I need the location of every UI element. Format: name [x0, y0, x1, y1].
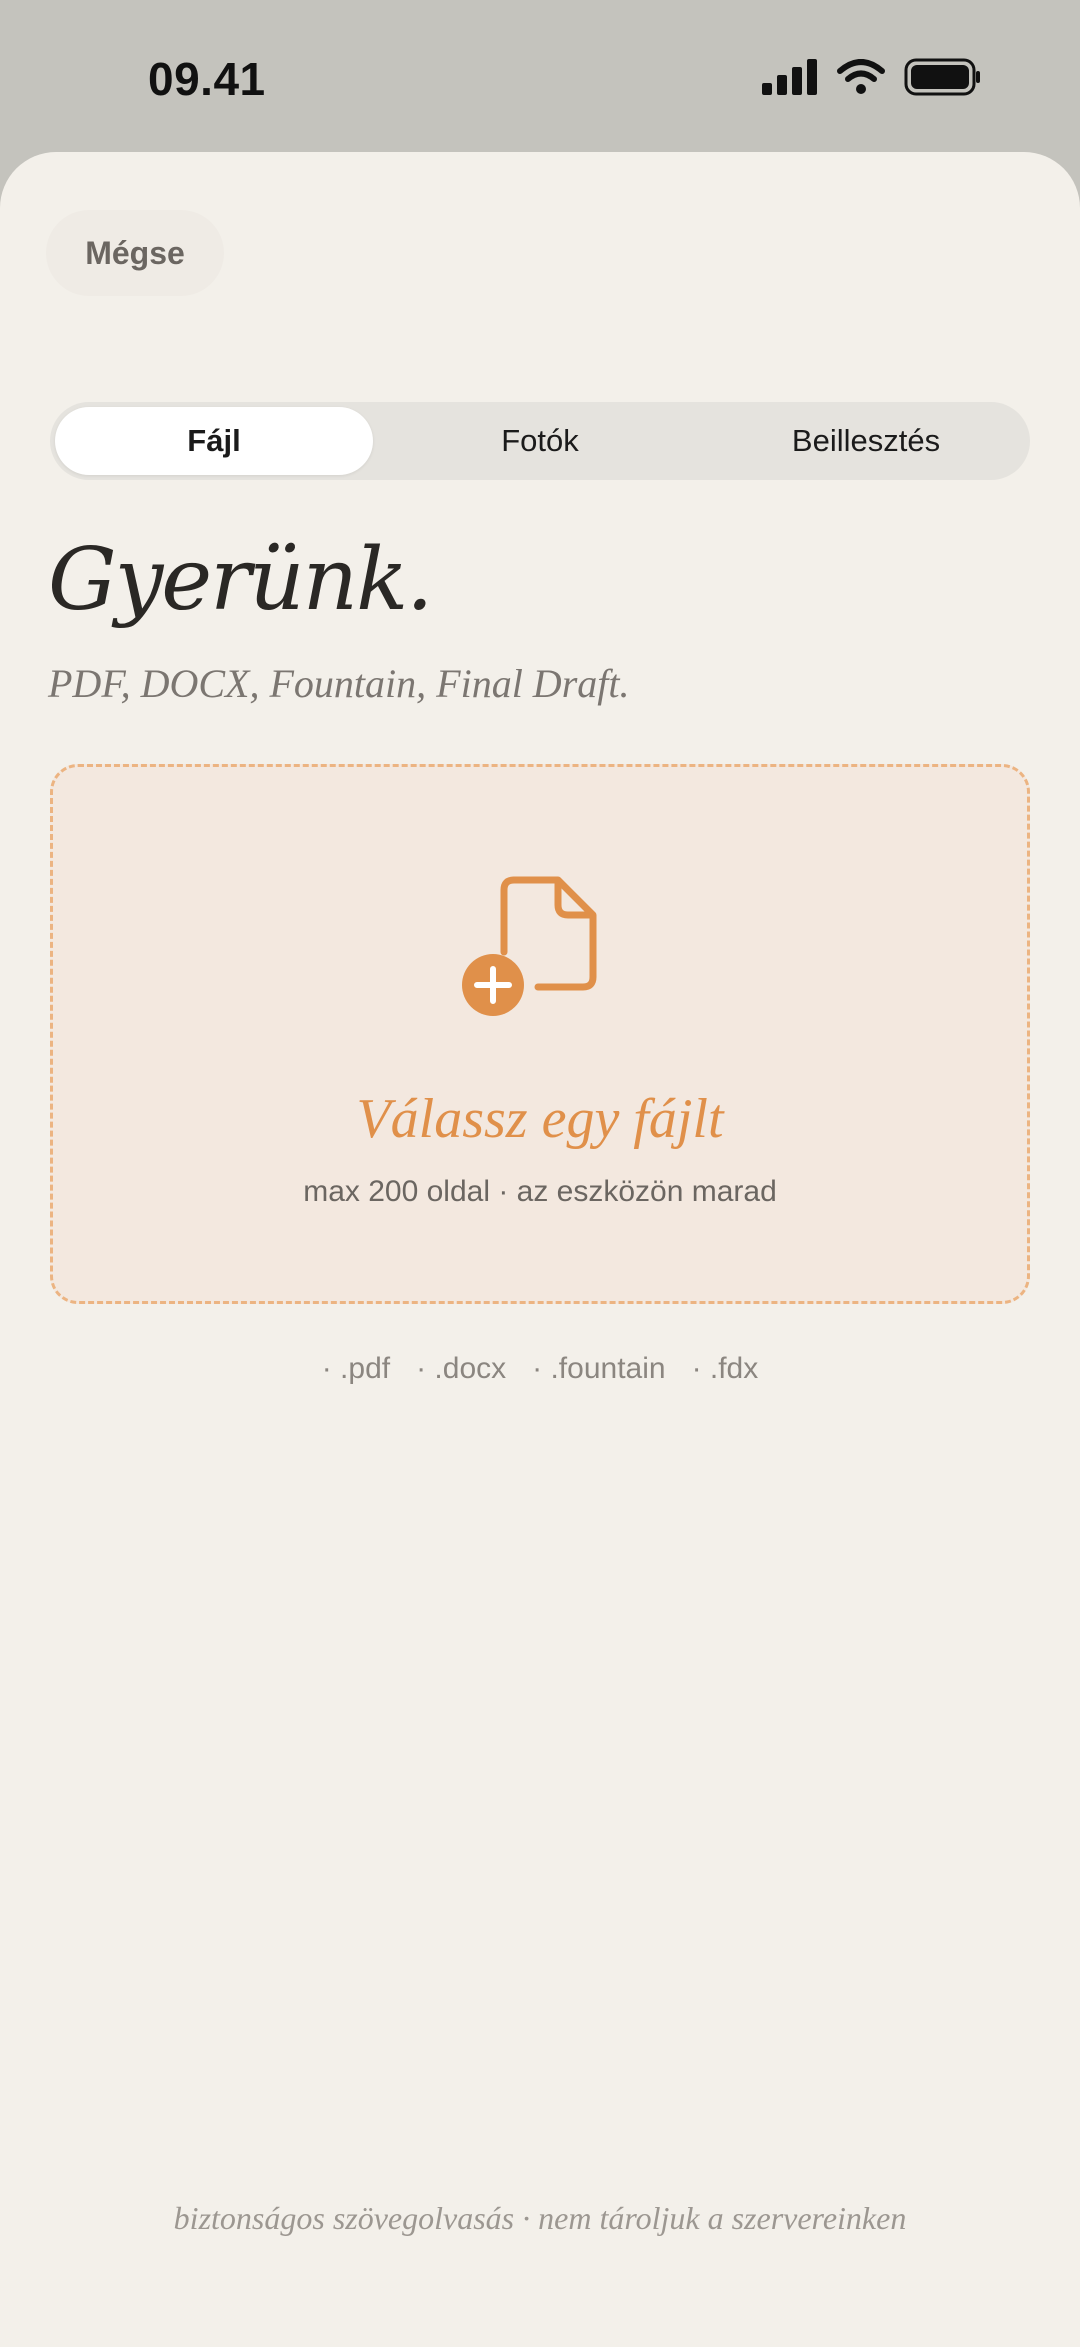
upload-sheet: Mégse Fájl Fotók Beillesztés Gyerünk. PD… [0, 152, 1080, 2347]
tab-paste[interactable]: Beillesztés [707, 407, 1025, 475]
status-bar: 09.41 [0, 0, 1080, 150]
status-icons [762, 58, 982, 96]
tab-file[interactable]: Fájl [55, 407, 373, 475]
supported-formats-list: · .pdf · .docx · .fountain · .fdx [0, 1352, 1080, 1386]
cellular-signal-icon [762, 59, 817, 95]
format-fdx: · .fdx [691, 1352, 759, 1385]
source-segmented-control: Fájl Fotók Beillesztés [50, 402, 1030, 480]
dropzone-title: Válassz egy fájlt [356, 1088, 724, 1150]
page-title: Gyerünk. [48, 530, 434, 630]
wifi-icon [837, 59, 885, 94]
battery-icon [904, 58, 980, 96]
page-subtitle: PDF, DOCX, Fountain, Final Draft. [48, 661, 630, 706]
status-time: 09.41 [148, 53, 266, 105]
tab-photos[interactable]: Fotók [381, 407, 699, 475]
format-fountain: · .fountain [532, 1352, 666, 1385]
privacy-note: biztonságos szövegolvasás · nem tároljuk… [173, 2200, 907, 2236]
cancel-button[interactable]: Mégse [46, 210, 224, 296]
dropzone-subtitle: max 200 oldal · az eszközön marad [303, 1175, 777, 1208]
format-pdf: · .pdf [321, 1352, 391, 1385]
file-add-icon [462, 876, 597, 1016]
file-dropzone[interactable]: Válassz egy fájlt max 200 oldal · az esz… [50, 764, 1030, 1304]
format-docx: · .docx [416, 1352, 507, 1385]
